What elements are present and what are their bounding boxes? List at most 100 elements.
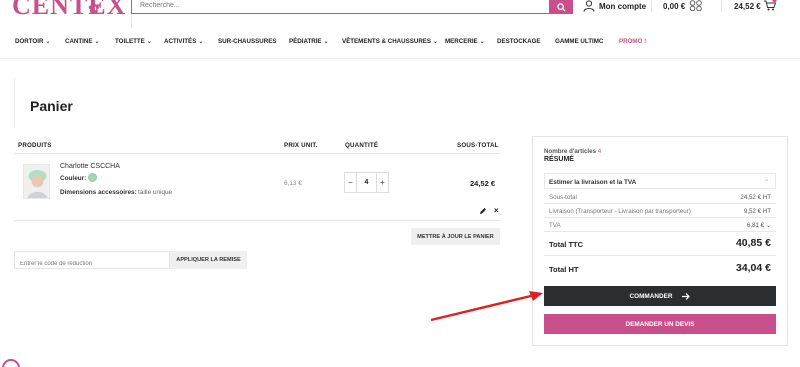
chevron-down-icon: ⌄ xyxy=(479,39,485,45)
column-header-quantity: QUANTITÉ xyxy=(345,142,379,149)
checkout-button-label: COMMANDER xyxy=(629,292,673,300)
header-divider xyxy=(651,0,652,12)
nav-item-label: TOILETTE xyxy=(115,38,145,45)
quantity-decrease-button[interactable]: − xyxy=(345,173,356,192)
nav-item-activites[interactable]: ACTIVITÉS ⌄ xyxy=(164,38,203,45)
chevron-down-icon: ⌄ xyxy=(146,39,152,45)
product-thumbnail[interactable] xyxy=(23,164,50,199)
nav-item-destockage[interactable]: DESTOCKAGE xyxy=(497,38,541,45)
product-subtotal: 24,52 € xyxy=(470,179,496,188)
item-count-label: Nombre d'articles xyxy=(544,148,597,155)
item-count-value: 4 xyxy=(597,148,602,155)
cart-amount: 24,52 € xyxy=(734,2,761,11)
product-image xyxy=(24,165,49,198)
quantity-stepper: − 4 + xyxy=(344,172,389,193)
nav-item-label: ACTIVITÉS xyxy=(164,38,197,45)
arrow-right-icon xyxy=(682,292,691,300)
table-row-divider xyxy=(14,220,500,221)
product-name-link[interactable]: Charlotte CSCCHA xyxy=(60,163,120,170)
summary-divider xyxy=(544,217,776,218)
summary-title: RÉSUMÉ xyxy=(544,156,574,163)
request-quote-button[interactable]: DEMANDER UN DEVIS xyxy=(544,314,776,334)
nav-item-sur-chaussures[interactable]: SUR-CHAUSSURES xyxy=(218,38,276,45)
summary-divider xyxy=(544,231,776,232)
summary-shipping-label: Livraison (Transporteur - Livraison par … xyxy=(549,208,691,215)
logo-flower-icon: ✿ xyxy=(88,0,100,16)
product-unit-price: 6,13 € xyxy=(284,180,302,187)
nav-item-promo[interactable]: PROMO ! xyxy=(619,38,646,45)
summary-divider xyxy=(544,203,776,204)
nav-item-label: PÉDIATRIE xyxy=(289,38,322,45)
quantity-increase-button[interactable]: + xyxy=(377,173,388,192)
account-link[interactable]: Mon compte xyxy=(583,0,646,12)
nav-item-label: DORTOIR xyxy=(15,38,44,45)
summary-divider xyxy=(544,255,776,256)
page-title: Panier xyxy=(30,98,73,114)
summary-tax-amount: 6,81 € xyxy=(746,222,765,229)
quantity-input[interactable]: 4 xyxy=(356,173,377,192)
column-header-unit-price: PRIX UNIT. xyxy=(284,142,318,149)
search-icon xyxy=(556,2,566,12)
coupon-input[interactable] xyxy=(15,256,169,272)
search-button[interactable] xyxy=(549,0,573,14)
total-ht-label: Total HT xyxy=(549,265,579,274)
summary-shipping-value: 9,52 € HT xyxy=(743,208,771,215)
checkout-button[interactable]: COMMANDER xyxy=(544,286,776,306)
nav-divider xyxy=(0,58,800,59)
nav-item-vetements[interactable]: VÊTEMENTS & CHAUSSURES ⌄ xyxy=(342,38,438,45)
compare-amount: 0,00 € xyxy=(663,2,686,11)
chevron-down-icon: ⌄ xyxy=(198,39,204,45)
total-ttc-label: Total TTC xyxy=(549,240,584,249)
nav-item-mercerie[interactable]: MERCERIE ⌄ xyxy=(445,38,485,45)
main-nav: DORTOIR ⌄ CANTINE ⌄ TOILETTE ⌄ ACTIVITÉS ⌄ S… xyxy=(0,38,800,54)
chevron-down-icon: ⌄ xyxy=(764,177,770,183)
search-input[interactable] xyxy=(140,0,540,11)
nav-item-pediatrie[interactable]: PÉDIATRIE ⌄ xyxy=(289,38,329,45)
chevron-down-icon: ⌄ xyxy=(323,39,329,45)
chevron-down-icon: ⌄ xyxy=(45,39,51,45)
update-cart-button[interactable]: METTRE À JOUR LE PANIER xyxy=(411,228,500,245)
header-divider xyxy=(721,0,722,12)
product-accessory-value: taille unique xyxy=(138,189,173,196)
delete-icon[interactable]: × xyxy=(494,206,499,215)
nav-item-gamme-ultimc[interactable]: GAMME ULTIMC xyxy=(555,38,603,45)
compare-icon[interactable] xyxy=(689,0,703,11)
total-ttc-value: 40,85 € xyxy=(735,237,771,249)
annotation-arrow-icon xyxy=(430,291,543,322)
user-icon xyxy=(583,0,595,12)
cart-icon[interactable] xyxy=(763,0,777,11)
product-color-swatch xyxy=(88,173,97,182)
nav-item-cantine[interactable]: CANTINE ⌄ xyxy=(65,38,100,45)
edit-icon[interactable] xyxy=(479,207,487,215)
nav-item-toilette[interactable]: TOILETTE ⌄ xyxy=(115,38,152,45)
table-header-divider xyxy=(14,153,500,154)
apply-coupon-button[interactable]: APPLIQUER LA REMISE xyxy=(170,251,247,269)
nav-item-label: MERCERIE xyxy=(445,38,478,45)
nav-item-label: VÊTEMENTS & CHAUSSURES xyxy=(342,38,432,45)
summary-tax-value[interactable]: 6,81 € ⌄ xyxy=(747,222,771,229)
search-bar xyxy=(131,0,573,14)
product-accessory-label: Dimensions accessoires: xyxy=(60,189,137,196)
product-color-label: Couleur: xyxy=(60,175,87,182)
total-ht-value: 34,04 € xyxy=(735,262,771,274)
chevron-down-icon: ⌄ xyxy=(765,222,771,229)
summary-subtotal-value: 24,52 € HT xyxy=(740,194,771,201)
nav-item-label: PROMO ! xyxy=(619,38,647,45)
column-header-subtotal: SOUS-TOTAL xyxy=(457,142,499,149)
chevron-down-icon: ⌄ xyxy=(94,39,100,45)
column-header-products: PRODUITS xyxy=(18,142,52,149)
nav-item-label: DESTOCKAGE xyxy=(497,38,541,45)
chevron-down-icon: ⌄ xyxy=(433,39,439,45)
nav-item-label: CANTINE xyxy=(65,38,93,45)
title-accent-line xyxy=(14,78,15,128)
nav-item-label: GAMME ULTIMC xyxy=(555,38,604,45)
shipping-estimate-label: Estimer la livraison et la TVA xyxy=(549,179,637,186)
summary-tax-label: TVA xyxy=(549,222,561,229)
chat-widget-icon[interactable] xyxy=(2,359,20,367)
site-logo[interactable]: CENTEX xyxy=(12,0,126,21)
nav-item-dortoir[interactable]: DORTOIR ⌄ xyxy=(15,38,50,45)
item-count: Nombre d'articles 4 xyxy=(544,148,601,155)
account-label: Mon compte xyxy=(599,1,647,11)
coupon-field xyxy=(14,251,170,272)
nav-item-label: SUR-CHAUSSURES xyxy=(218,38,277,45)
